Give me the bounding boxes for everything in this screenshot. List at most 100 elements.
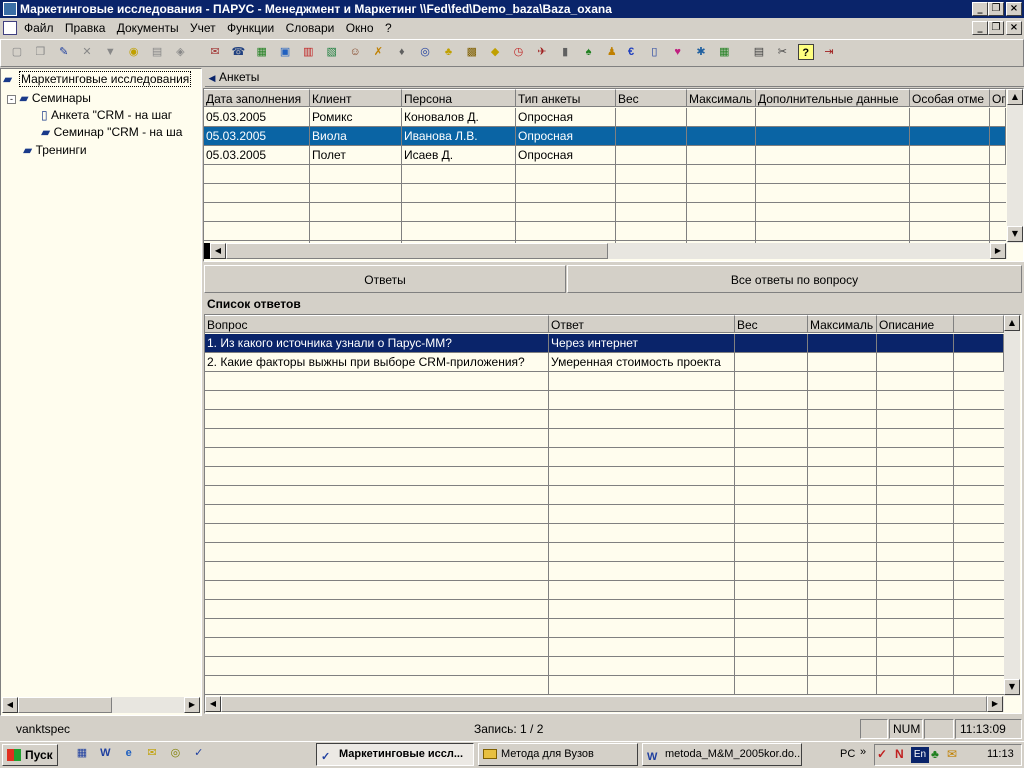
tab-answers[interactable]: Ответы bbox=[204, 265, 566, 293]
edit-icon[interactable]: ✎ bbox=[56, 44, 72, 60]
menu-file[interactable]: Файл bbox=[24, 21, 54, 35]
menu-functions[interactable]: Функции bbox=[227, 21, 274, 35]
search-doc-icon[interactable]: ◎ bbox=[417, 44, 433, 60]
scroll-thumb[interactable] bbox=[18, 697, 112, 713]
people-icon[interactable]: ♟ bbox=[604, 44, 620, 60]
start-button[interactable]: Пуск bbox=[2, 744, 58, 766]
column-header-date[interactable]: Дата заполнения bbox=[204, 89, 310, 107]
app-icon[interactable]: ◎ bbox=[167, 745, 183, 761]
n-icon[interactable]: N bbox=[895, 747, 904, 761]
export-icon[interactable]: ◈ bbox=[172, 44, 188, 60]
person-icon[interactable]: ☺ bbox=[347, 44, 363, 60]
folder-icon[interactable]: ▩ bbox=[464, 44, 480, 60]
scroll-thumb[interactable] bbox=[226, 243, 608, 259]
filter-icon[interactable]: ▼ bbox=[102, 44, 118, 60]
doc-restore-button[interactable]: ❐ bbox=[988, 21, 1004, 35]
scroll-right-icon[interactable]: ▶ bbox=[990, 243, 1006, 259]
restore-button[interactable]: ❐ bbox=[988, 2, 1004, 16]
column-header-additional[interactable]: Дополнительные данные bbox=[756, 89, 910, 107]
tree-header[interactable]: ▰ Маркетинговые исследования bbox=[3, 70, 203, 88]
doc-minimize-button[interactable]: _ bbox=[972, 21, 988, 35]
column-header-description[interactable]: Описание bbox=[877, 315, 954, 333]
table-icon[interactable]: ▧ bbox=[324, 44, 340, 60]
copy-icon[interactable]: ❐ bbox=[32, 44, 48, 60]
minimize-button[interactable]: _ bbox=[972, 2, 988, 16]
bars-icon[interactable]: ▮ bbox=[557, 44, 573, 60]
antivirus-icon[interactable]: ♣ bbox=[931, 747, 939, 761]
word-icon[interactable]: W bbox=[97, 745, 113, 761]
document-icon[interactable]: ▦ bbox=[254, 44, 270, 60]
chevron-right-icon[interactable]: » bbox=[860, 746, 866, 758]
task-button-word[interactable]: W metoda_M&M_2005kor.do... bbox=[642, 743, 802, 766]
scroll-right-icon[interactable]: ▶ bbox=[987, 696, 1003, 712]
menu-dictionaries[interactable]: Словари bbox=[286, 21, 335, 35]
scroll-up-icon[interactable]: ▲ bbox=[1004, 315, 1020, 331]
mail-icon[interactable]: ✉ bbox=[207, 44, 223, 60]
scroll-up-icon[interactable]: ▲ bbox=[1007, 89, 1023, 105]
calculator-icon[interactable]: ▤ bbox=[751, 44, 767, 60]
ie-icon[interactable]: e bbox=[121, 745, 137, 761]
column-header-type[interactable]: Тип анкеты bbox=[516, 89, 616, 107]
scroll-left-icon[interactable]: ◀ bbox=[2, 697, 18, 713]
tools-icon[interactable]: ♦ bbox=[394, 44, 410, 60]
add-icon[interactable]: ▢ bbox=[9, 44, 25, 60]
column-header-answer[interactable]: Ответ bbox=[549, 315, 735, 333]
desktop-icon[interactable]: ▦ bbox=[74, 745, 90, 761]
contact-icon[interactable]: ✗ bbox=[370, 44, 386, 60]
lang-indicator[interactable]: En bbox=[911, 747, 929, 763]
upper-vscrollbar[interactable]: ▲ ▼ bbox=[1007, 89, 1023, 243]
users-icon[interactable]: ♥ bbox=[670, 44, 686, 60]
column-header-special[interactable]: Особая отме bbox=[910, 89, 990, 107]
scroll-left-icon[interactable]: ◀ bbox=[210, 243, 226, 259]
menu-accounting[interactable]: Учет bbox=[190, 21, 216, 35]
lower-vscrollbar[interactable]: ▲ ▼ bbox=[1004, 315, 1020, 696]
column-header-weight[interactable]: Вес bbox=[735, 315, 808, 333]
group-icon[interactable]: ♣ bbox=[440, 44, 456, 60]
scroll-down-icon[interactable]: ▼ bbox=[1007, 226, 1023, 242]
column-header-extra[interactable]: Оп bbox=[990, 89, 1006, 107]
scroll-thumb[interactable] bbox=[221, 696, 987, 712]
menu-window[interactable]: Окно bbox=[346, 21, 374, 35]
exit-icon[interactable]: ⇥ bbox=[821, 44, 837, 60]
task-button-marketing[interactable]: ✓ Маркетинговые иссл... bbox=[316, 743, 474, 766]
close-button[interactable]: × bbox=[1006, 2, 1022, 16]
tree-item-questionnaire[interactable]: ▯ Анкета "CRM - на шаг bbox=[41, 106, 199, 124]
handshake-icon[interactable]: ♠ bbox=[581, 44, 597, 60]
delete-icon[interactable]: ✕ bbox=[79, 44, 95, 60]
tree-item-seminar[interactable]: ▰ Семинар "CRM - на ша bbox=[41, 123, 199, 141]
book-icon[interactable]: ▯ bbox=[646, 44, 662, 60]
check-icon[interactable]: ✓ bbox=[877, 747, 887, 761]
tree-item-trainings[interactable]: ▰ Тренинги bbox=[23, 141, 87, 159]
task-icon[interactable]: ✈ bbox=[534, 44, 550, 60]
tree-item-seminars[interactable]: - ▰ Семинары bbox=[7, 89, 91, 107]
column-header-weight[interactable]: Вес bbox=[616, 89, 687, 107]
column-header-max[interactable]: Максималь bbox=[687, 89, 756, 107]
upper-hscrollbar[interactable]: ◀ ▶ bbox=[204, 243, 1007, 259]
lower-hscrollbar[interactable]: ◀ ▶ bbox=[205, 696, 1004, 712]
menu-edit[interactable]: Правка bbox=[65, 21, 106, 35]
menu-documents[interactable]: Документы bbox=[117, 21, 179, 35]
euro-icon[interactable]: € bbox=[623, 44, 639, 60]
menu-help[interactable]: ? bbox=[385, 21, 392, 35]
chart-icon[interactable]: ▥ bbox=[300, 44, 316, 60]
scroll-down-icon[interactable]: ▼ bbox=[1004, 679, 1020, 695]
collapse-icon[interactable]: - bbox=[7, 95, 16, 104]
phone-icon[interactable]: ☎ bbox=[230, 44, 246, 60]
network-icon[interactable]: ✉ bbox=[947, 747, 957, 761]
settings-icon[interactable]: ✂ bbox=[774, 44, 790, 60]
parus-icon[interactable]: ✓ bbox=[191, 745, 207, 761]
column-header-max[interactable]: Максималь bbox=[808, 315, 877, 333]
ticket-icon[interactable]: ◆ bbox=[487, 44, 503, 60]
report-icon[interactable]: ▣ bbox=[277, 44, 293, 60]
doc-close-button[interactable]: × bbox=[1006, 21, 1022, 35]
outlook-icon[interactable]: ✉ bbox=[144, 745, 160, 761]
back-arrow-icon[interactable]: ◀ bbox=[205, 69, 219, 88]
clock-icon[interactable]: ◷ bbox=[510, 44, 526, 60]
scroll-right-icon[interactable]: ▶ bbox=[184, 697, 200, 713]
column-header-person[interactable]: Персона bbox=[402, 89, 516, 107]
scroll-left-icon[interactable]: ◀ bbox=[205, 696, 221, 712]
network-icon[interactable]: ✱ bbox=[693, 44, 709, 60]
find-icon[interactable]: ◉ bbox=[126, 44, 142, 60]
grid-icon[interactable]: ▦ bbox=[716, 44, 732, 60]
task-button-folder[interactable]: Метода для Вузов bbox=[478, 743, 638, 766]
